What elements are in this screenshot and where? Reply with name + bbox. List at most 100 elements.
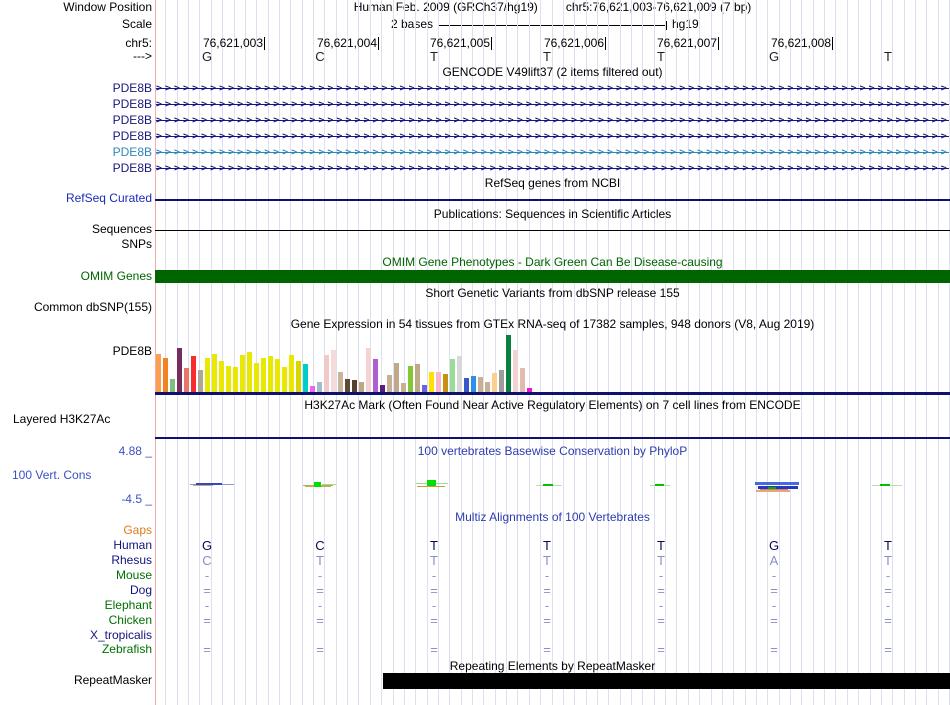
track-title-h3k27ac-mark-often-found-near-active-reg[interactable]: H3K27Ac Mark (Often Found Near Active Re…: [155, 399, 950, 412]
gene-row-pde8b-6[interactable]: >>>>>>>>>>>>>>>>>>>>>>>>>>>>>>>>>>>>>>>>…: [156, 163, 949, 174]
track-title-100-vertebrates-basewise-conservation-by[interactable]: 100 vertebrates Basewise Conservation by…: [155, 445, 950, 458]
track-title-repeating-elements-by-repeatmasker[interactable]: Repeating Elements by RepeatMasker: [155, 660, 950, 673]
gene-label-pde8b-1[interactable]: PDE8B: [0, 82, 152, 95]
h3k27ac-baseline[interactable]: [155, 437, 950, 439]
gtex-expression-bar[interactable]: [296, 361, 301, 392]
gtex-expression-bar[interactable]: [191, 356, 196, 392]
gtex-expression-bar[interactable]: [212, 354, 217, 392]
gtex-expression-bar[interactable]: [373, 359, 378, 392]
track-label-layered-h3k27ac[interactable]: Layered H3K27Ac: [13, 413, 110, 426]
gtex-expression-bar[interactable]: [177, 348, 182, 392]
gtex-expression-bar[interactable]: [429, 372, 434, 392]
gtex-expression-bar[interactable]: [345, 379, 350, 392]
gtex-expression-bar[interactable]: [170, 379, 175, 392]
multiz-label-rhesus[interactable]: Rhesus: [0, 554, 152, 567]
track-label-repeatmasker[interactable]: RepeatMasker: [0, 674, 152, 687]
gtex-expression-bar[interactable]: [492, 373, 497, 392]
gtex-expression-bar[interactable]: [499, 370, 504, 392]
track-label-common-dbsnp-155-[interactable]: Common dbSNP(155): [0, 301, 152, 314]
gene-label-pde8b-6[interactable]: PDE8B: [0, 162, 152, 175]
gtex-expression-bar[interactable]: [303, 364, 308, 392]
refseq-curated-line[interactable]: [155, 199, 950, 201]
gtex-expression-bar[interactable]: [380, 385, 385, 392]
gtex-expression-bar[interactable]: [338, 372, 343, 392]
gtex-expression-bar[interactable]: [275, 359, 280, 392]
gtex-expression-bar[interactable]: [289, 355, 294, 392]
track-label-4-88-[interactable]: 4.88 _: [0, 445, 152, 458]
multiz-label-elephant[interactable]: Elephant: [0, 599, 152, 612]
gtex-expression-bar[interactable]: [184, 368, 189, 392]
gtex-expression-bar[interactable]: [282, 367, 287, 392]
track-title-gencode-v49lift37-2-items-filtered-out-[interactable]: GENCODE V49lift37 (2 items filtered out): [155, 66, 950, 79]
gtex-expression-bar[interactable]: [254, 363, 259, 392]
gtex-expression-bar[interactable]: [205, 358, 210, 392]
multiz-label-mouse[interactable]: Mouse: [0, 569, 152, 582]
gtex-expression-bar[interactable]: [471, 376, 476, 392]
gtex-expression-bar[interactable]: [422, 385, 427, 392]
track-label--[interactable]: --->: [0, 50, 152, 63]
track-label--4-5-[interactable]: -4.5 _: [0, 493, 152, 506]
track-label-sequences[interactable]: Sequences: [0, 223, 152, 236]
multiz-label-human[interactable]: Human: [0, 539, 152, 552]
gtex-expression-bar[interactable]: [485, 382, 490, 392]
gtex-expression-bar[interactable]: [317, 382, 322, 392]
gtex-expression-bar[interactable]: [240, 355, 245, 392]
gene-label-pde8b-2[interactable]: PDE8B: [0, 98, 152, 111]
track-label-scale[interactable]: Scale: [0, 18, 152, 31]
multiz-label-x-tropicalis[interactable]: X_tropicalis: [0, 629, 152, 642]
gtex-expression-bar[interactable]: [366, 348, 371, 392]
gene-row-pde8b-1[interactable]: >>>>>>>>>>>>>>>>>>>>>>>>>>>>>>>>>>>>>>>>…: [156, 83, 949, 94]
gtex-baseline[interactable]: [155, 392, 950, 395]
track-title-short-genetic-variants-from-dbsnp-releas[interactable]: Short Genetic Variants from dbSNP releas…: [155, 287, 950, 300]
gene-label-pde8b-5[interactable]: PDE8B: [0, 146, 152, 159]
gtex-expression-bar[interactable]: [387, 375, 392, 392]
multiz-label-gaps[interactable]: Gaps: [0, 524, 152, 537]
gtex-expression-bar[interactable]: [247, 352, 252, 392]
gtex-expression-bar[interactable]: [233, 367, 238, 392]
track-label-refseq-curated[interactable]: RefSeq Curated: [0, 192, 152, 205]
gtex-expression-bar[interactable]: [478, 377, 483, 392]
track-label-chr5-[interactable]: chr5:: [0, 37, 152, 50]
track-label-snps[interactable]: SNPs: [0, 238, 152, 251]
gtex-expression-bar[interactable]: [401, 383, 406, 392]
gtex-expression-bar[interactable]: [408, 366, 413, 392]
gene-label-pde8b-4[interactable]: PDE8B: [0, 130, 152, 143]
track-label-pde8b[interactable]: PDE8B: [0, 345, 152, 358]
gtex-expression-bar[interactable]: [457, 356, 462, 392]
gtex-expression-bar[interactable]: [450, 359, 455, 392]
gtex-expression-bar[interactable]: [513, 350, 518, 392]
track-label-100-vert-cons[interactable]: 100 Vert. Cons: [12, 469, 91, 482]
track-title-gene-expression-in-54-tissues-from-gtex-[interactable]: Gene Expression in 54 tissues from GTEx …: [155, 318, 950, 331]
gtex-expression-bar[interactable]: [219, 361, 224, 392]
gtex-expression-bar[interactable]: [261, 358, 266, 392]
gtex-expression-bar[interactable]: [506, 335, 511, 392]
omim-genes-bar[interactable]: [155, 270, 950, 283]
gtex-expression-bar[interactable]: [520, 368, 525, 392]
gtex-expression-bar[interactable]: [331, 350, 336, 392]
gtex-expression-bar[interactable]: [163, 358, 168, 392]
gtex-expression-bar[interactable]: [268, 356, 273, 392]
gtex-expression-bar[interactable]: [436, 372, 441, 392]
gtex-expression-bar[interactable]: [156, 354, 161, 392]
gene-row-pde8b-4[interactable]: >>>>>>>>>>>>>>>>>>>>>>>>>>>>>>>>>>>>>>>>…: [156, 131, 949, 142]
gtex-expression-bar[interactable]: [415, 364, 420, 392]
gtex-expression-bar[interactable]: [198, 370, 203, 392]
track-label-omim-genes[interactable]: OMIM Genes: [0, 270, 152, 283]
track-title-refseq-genes-from-ncbi[interactable]: RefSeq genes from NCBI: [155, 177, 950, 190]
multiz-label-dog[interactable]: Dog: [0, 584, 152, 597]
gtex-expression-bar[interactable]: [359, 382, 364, 392]
gene-row-pde8b-5[interactable]: >>>>>>>>>>>>>>>>>>>>>>>>>>>>>>>>>>>>>>>>…: [156, 147, 949, 158]
gtex-expression-bar[interactable]: [226, 366, 231, 392]
gene-row-pde8b-2[interactable]: >>>>>>>>>>>>>>>>>>>>>>>>>>>>>>>>>>>>>>>>…: [156, 99, 949, 110]
gtex-expression-bar[interactable]: [394, 363, 399, 392]
multiz-label-chicken[interactable]: Chicken: [0, 614, 152, 627]
sequences-line[interactable]: [155, 230, 950, 231]
gtex-expression-bar[interactable]: [352, 380, 357, 392]
track-label-window-position[interactable]: Window Position: [0, 1, 152, 14]
track-title-publications-sequences-in-scientific-art[interactable]: Publications: Sequences in Scientific Ar…: [155, 208, 950, 221]
multiz-label-zebrafish[interactable]: Zebrafish: [0, 643, 152, 656]
gene-row-pde8b-3[interactable]: >>>>>>>>>>>>>>>>>>>>>>>>>>>>>>>>>>>>>>>>…: [156, 115, 949, 126]
gtex-expression-bar[interactable]: [443, 374, 448, 392]
track-title-omim-gene-phenotypes-dark-green-can-be-d[interactable]: OMIM Gene Phenotypes - Dark Green Can Be…: [155, 256, 950, 269]
gene-label-pde8b-3[interactable]: PDE8B: [0, 114, 152, 127]
